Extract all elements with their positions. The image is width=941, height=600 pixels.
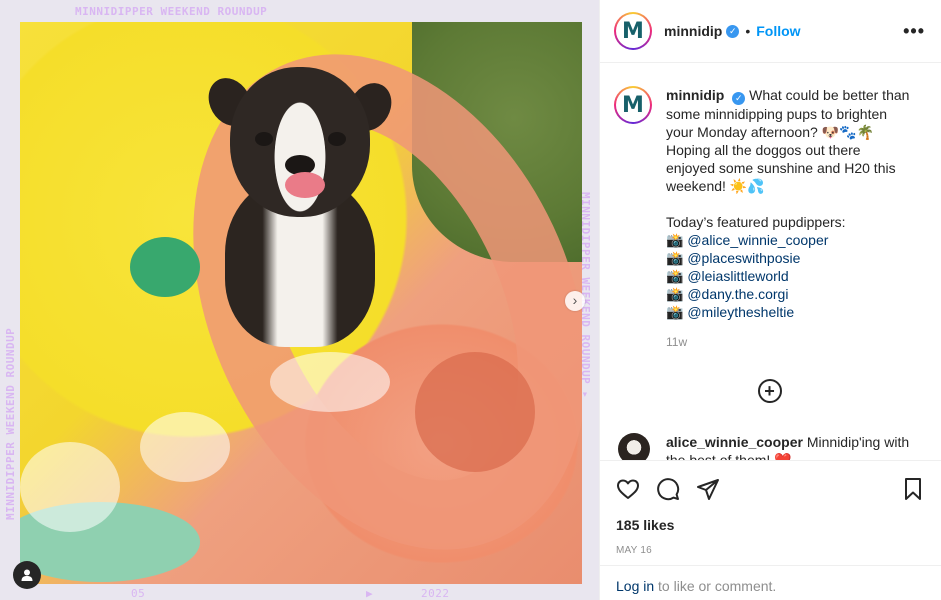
float-spot — [130, 237, 200, 297]
plus-icon: + — [764, 380, 775, 401]
verified-badge-icon: ✓ — [726, 24, 740, 38]
camera-emoji: 📸 — [666, 249, 684, 266]
water-splash — [140, 412, 230, 482]
username-link[interactable]: minnidip — [664, 23, 722, 39]
water-splash — [270, 352, 390, 412]
camera-emoji: 📸 — [666, 231, 684, 248]
post-header: M minnidip ✓ • Follow ••• — [600, 0, 941, 63]
comment-text: alice_winnie_cooper Minnidip'ing with th… — [666, 433, 925, 461]
camera-emoji: 📸 — [666, 303, 684, 320]
mention-link[interactable]: @mileythesheltie — [687, 304, 794, 320]
login-prompt: Log in to like or comment. — [600, 565, 941, 600]
post-photo — [20, 22, 582, 584]
action-icons — [616, 461, 925, 517]
login-link[interactable]: Log in — [616, 578, 654, 594]
featured-label: Today’s featured pupdippers: — [666, 213, 846, 230]
caption-username-link[interactable]: minnidip — [666, 87, 724, 103]
avatar[interactable]: M — [614, 12, 652, 50]
mention-link[interactable]: @leiaslittleworld — [687, 268, 788, 284]
caption: M minnidip ✓ What could be better than s… — [614, 86, 925, 351]
dog — [200, 67, 400, 357]
comment: alice_winnie_cooper Minnidip'ing with th… — [614, 432, 925, 461]
load-more-comments-button[interactable]: + — [757, 378, 782, 403]
overlay-title-top: MINNIDIPPER WEEKEND ROUNDUP — [75, 5, 268, 18]
bookmark-icon[interactable] — [901, 477, 925, 501]
post-date[interactable]: MAY 16 — [616, 545, 925, 556]
person-icon — [21, 569, 33, 581]
comments-section[interactable]: M minnidip ✓ What could be better than s… — [600, 64, 941, 460]
comment-username-link[interactable]: alice_winnie_cooper — [666, 434, 803, 450]
overlay-title-left: MINNIDIPPER WEEKEND ROUNDUP — [4, 327, 17, 520]
overlay-year: 2022 — [421, 587, 450, 600]
follow-button[interactable]: Follow — [756, 23, 800, 39]
camera-emoji: 📸 — [666, 267, 684, 284]
post-media[interactable]: MINNIDIPPER WEEKEND ROUNDUP MINNIDIPPER … — [0, 0, 599, 600]
chevron-right-icon: › — [572, 292, 578, 308]
next-slide-button[interactable]: › — [565, 291, 585, 311]
post: MINNIDIPPER WEEKEND ROUNDUP MINNIDIPPER … — [0, 0, 941, 600]
avatar[interactable]: M — [614, 86, 652, 124]
mention-link[interactable]: @placeswithposie — [687, 250, 800, 266]
overlay-arrow: ▶ — [366, 587, 374, 600]
post-side-panel: M minnidip ✓ • Follow ••• M minnidip ✓ W… — [599, 0, 941, 600]
share-icon[interactable] — [696, 477, 720, 501]
water-splash — [20, 442, 120, 532]
tagged-users-button[interactable] — [13, 561, 41, 589]
avatar-logo: M — [618, 16, 648, 46]
avatar-logo: M — [618, 90, 648, 120]
mention-link[interactable]: @dany.the.corgi — [687, 286, 788, 302]
post-time[interactable]: 11w — [666, 333, 910, 351]
separator-dot: • — [745, 23, 751, 39]
post-actions: 185 likes MAY 16 — [600, 460, 941, 556]
likes-count[interactable]: 185 likes — [616, 517, 925, 533]
overlay-month: 05 — [131, 587, 146, 600]
verified-badge-icon: ✓ — [732, 91, 746, 105]
more-options-icon[interactable]: ••• — [903, 21, 925, 42]
camera-emoji: 📸 — [666, 285, 684, 302]
mention-link[interactable]: @alice_winnie_cooper — [687, 232, 828, 248]
heart-icon[interactable] — [616, 477, 640, 501]
comment-icon[interactable] — [656, 477, 680, 501]
avatar[interactable] — [618, 432, 650, 460]
login-prompt-text: to like or comment. — [654, 578, 777, 594]
float-shadow — [415, 352, 535, 472]
caption-text: minnidip ✓ What could be better than som… — [666, 86, 910, 351]
